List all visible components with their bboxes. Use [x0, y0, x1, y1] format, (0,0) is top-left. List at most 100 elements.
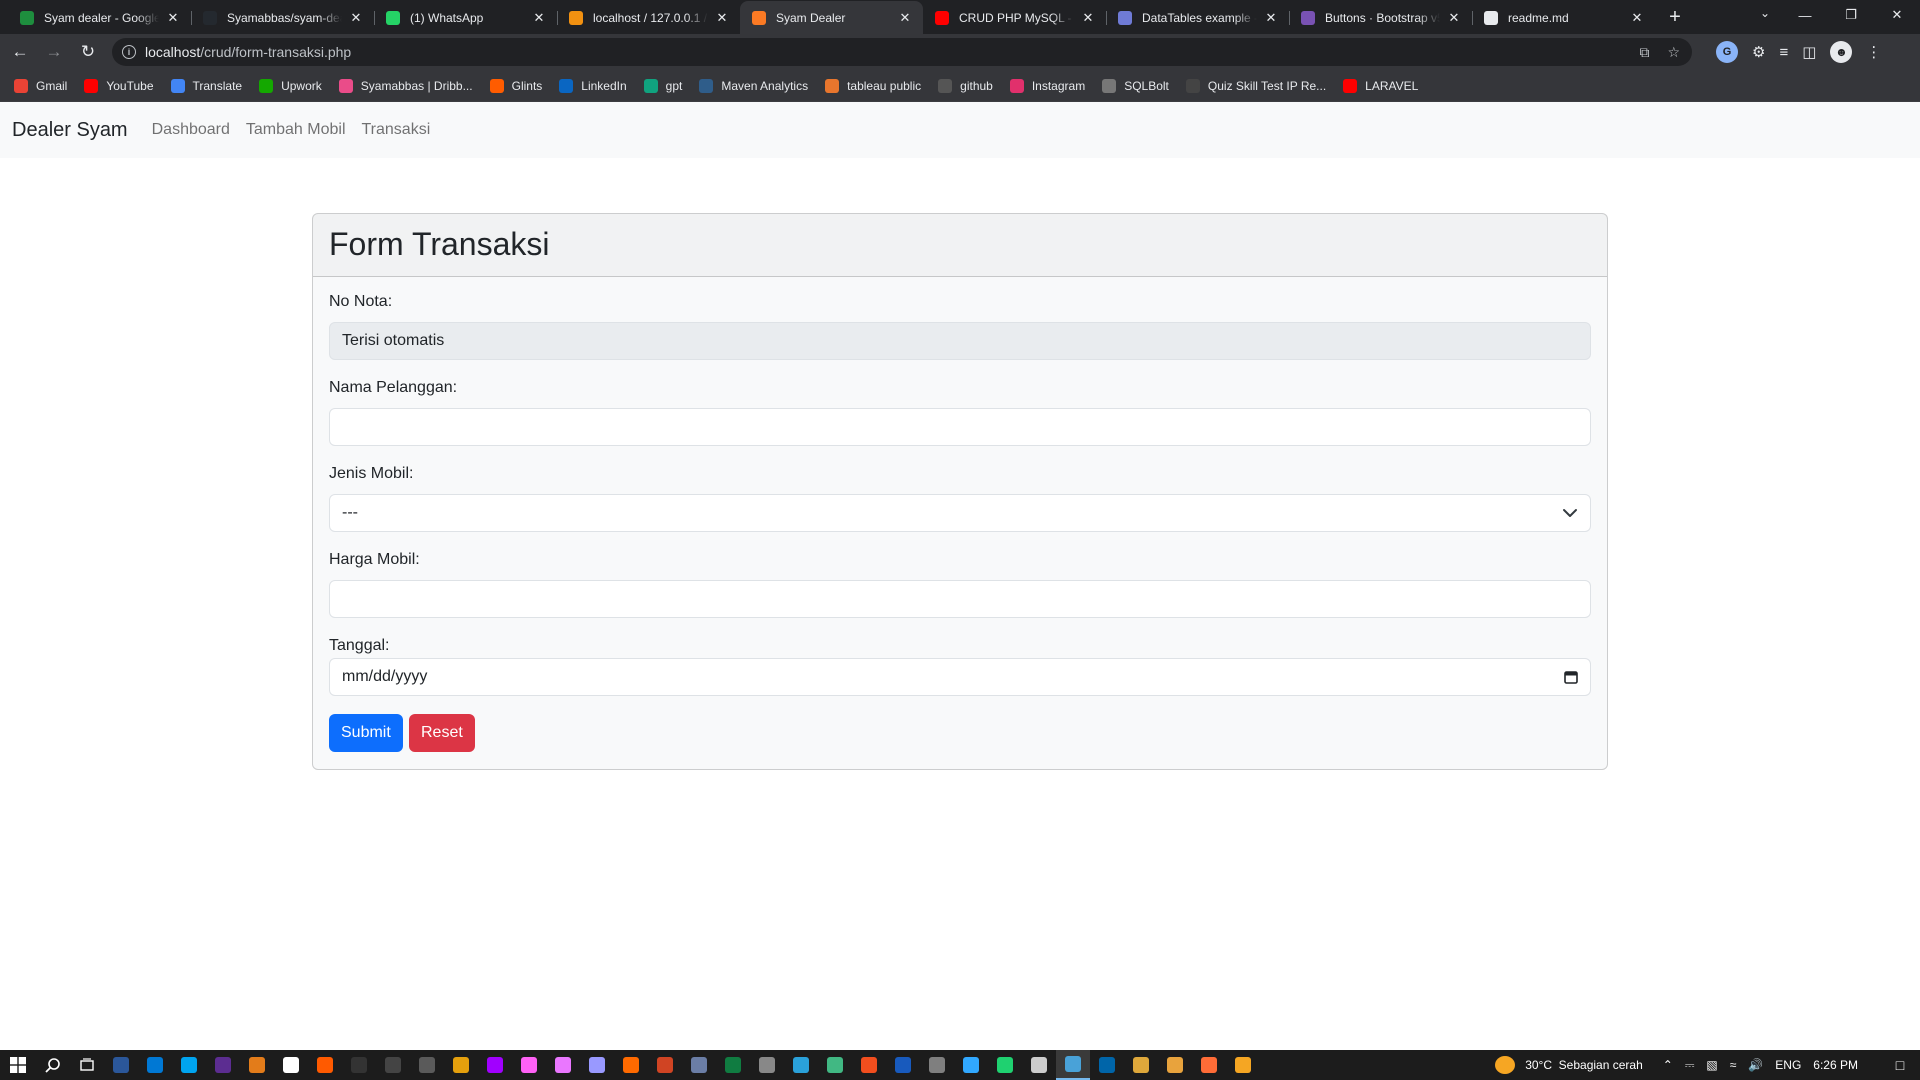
browser-tab[interactable]: Syam dealer - Google ✕ [8, 1, 191, 34]
extensions-icon[interactable]: ⚙ [1752, 43, 1765, 61]
volume-icon[interactable]: 🔊 [1748, 1058, 1763, 1072]
taskbar-app-icon[interactable] [852, 1050, 886, 1080]
taskbar-app-icon[interactable] [478, 1050, 512, 1080]
taskbar-app-icon[interactable] [410, 1050, 444, 1080]
clock[interactable]: 6:26 PM [1813, 1058, 1858, 1072]
taskbar-app-icon[interactable] [886, 1050, 920, 1080]
bookmark-item[interactable]: Instagram [1009, 78, 1085, 93]
chevron-up-icon[interactable]: ⌃ [1663, 1058, 1673, 1072]
calendar-icon[interactable] [1564, 670, 1578, 684]
taskbar-app-icon[interactable] [920, 1050, 954, 1080]
close-window-icon[interactable]: ✕ [1874, 7, 1920, 23]
taskbar-app-icon[interactable] [580, 1050, 614, 1080]
bookmark-item[interactable]: gpt [643, 78, 682, 93]
tab-close-icon[interactable]: ✕ [1446, 10, 1462, 26]
back-icon[interactable]: ← [6, 38, 34, 66]
bookmark-item[interactable]: Upwork [259, 78, 322, 93]
tanggal-date-input[interactable]: mm/dd/yyyy [329, 658, 1591, 696]
browser-tab[interactable]: (1) WhatsApp ✕ [374, 1, 557, 34]
harga-mobil-input[interactable] [329, 580, 1591, 618]
taskbar-app-icon[interactable] [104, 1050, 138, 1080]
taskbar-app-icon[interactable] [784, 1050, 818, 1080]
profile-avatar-icon[interactable]: ☻ [1830, 41, 1853, 63]
browser-tab[interactable]: readme.md ✕ [1472, 1, 1655, 34]
taskbar-app-icon[interactable] [988, 1050, 1022, 1080]
tab-close-icon[interactable]: ✕ [897, 10, 913, 26]
taskbar-app-icon[interactable] [342, 1050, 376, 1080]
site-info-icon[interactable]: i [122, 45, 136, 59]
bookmark-item[interactable]: YouTube [84, 78, 154, 93]
jenis-mobil-select[interactable]: --- [329, 494, 1591, 532]
bookmark-item[interactable]: github [938, 78, 993, 93]
bookmark-star-icon[interactable]: ☆ [1667, 44, 1680, 61]
tab-close-icon[interactable]: ✕ [165, 10, 181, 26]
taskbar-app-icon[interactable] [376, 1050, 410, 1080]
taskbar-app-icon[interactable] [750, 1050, 784, 1080]
menu-kebab-icon[interactable]: ⋮ [1866, 43, 1881, 61]
tab-close-icon[interactable]: ✕ [531, 10, 547, 26]
taskbar-app-icon[interactable] [308, 1050, 342, 1080]
tab-close-icon[interactable]: ✕ [1263, 10, 1279, 26]
windows-start-icon[interactable] [0, 1050, 36, 1080]
taskbar-app-icon[interactable] [1192, 1050, 1226, 1080]
bookmark-item[interactable]: LinkedIn [559, 78, 627, 93]
search-icon[interactable] [36, 1050, 70, 1080]
task-view-icon[interactable] [70, 1050, 104, 1080]
taskbar-app-icon[interactable] [240, 1050, 274, 1080]
bookmark-item[interactable]: SQLBolt [1102, 78, 1169, 93]
browser-tab[interactable]: Buttons · Bootstrap v5 ✕ [1289, 1, 1472, 34]
bookmark-item[interactable]: Quiz Skill Test IP Re... [1185, 78, 1326, 93]
submit-button[interactable]: Submit [329, 714, 403, 752]
taskbar-app-icon[interactable] [138, 1050, 172, 1080]
taskbar-app-icon[interactable] [1158, 1050, 1192, 1080]
taskbar-app-icon[interactable] [172, 1050, 206, 1080]
usb-icon[interactable]: ⎓ [1685, 1058, 1695, 1073]
taskbar-app-icon[interactable] [818, 1050, 852, 1080]
tab-close-icon[interactable]: ✕ [714, 10, 730, 26]
taskbar-app-icon[interactable] [512, 1050, 546, 1080]
taskbar-app-icon[interactable] [1226, 1050, 1260, 1080]
taskbar-app-icon[interactable] [954, 1050, 988, 1080]
taskbar-app-icon[interactable] [1090, 1050, 1124, 1080]
bookmark-item[interactable]: Maven Analytics [699, 78, 808, 93]
google-lens-icon[interactable]: G [1716, 41, 1738, 63]
restore-icon[interactable]: ❐ [1828, 7, 1874, 23]
taskbar-app-icon[interactable] [716, 1050, 750, 1080]
browser-tab[interactable]: DataTables example - ✕ [1106, 1, 1289, 34]
weather-widget[interactable]: 30°C Sebagian cerah [1495, 1056, 1643, 1074]
bookmark-item[interactable]: Syamabbas | Dribb... [338, 78, 473, 93]
taskbar-app-icon[interactable] [648, 1050, 682, 1080]
wifi-icon[interactable]: ≈ [1730, 1058, 1737, 1072]
browser-tab[interactable]: localhost / 127.0.0.1 / ✕ [557, 1, 740, 34]
notification-icon[interactable]: □ [1880, 1057, 1920, 1073]
taskbar-app-icon[interactable] [1056, 1050, 1090, 1080]
nav-link-dashboard[interactable]: Dashboard [152, 121, 230, 139]
bookmark-item[interactable]: Gmail [14, 78, 67, 93]
taskbar-app-icon[interactable] [546, 1050, 580, 1080]
bookmark-item[interactable]: tableau public [825, 78, 921, 93]
navbar-brand[interactable]: Dealer Syam [12, 119, 128, 142]
taskbar-app-icon[interactable] [614, 1050, 648, 1080]
minimize-icon[interactable]: — [1782, 8, 1828, 23]
side-panel-icon[interactable]: ◫ [1802, 43, 1816, 61]
bookmark-item[interactable]: Glints [489, 78, 542, 93]
bookmark-item[interactable]: LARAVEL [1343, 78, 1418, 93]
tab-search-icon[interactable]: ⌄ [1760, 6, 1770, 20]
share-icon[interactable]: ⧉ [1639, 44, 1649, 61]
taskbar-app-icon[interactable] [1124, 1050, 1158, 1080]
new-tab-button[interactable]: + [1661, 3, 1689, 31]
taskbar-app-icon[interactable] [444, 1050, 478, 1080]
nav-link-tambah-mobil[interactable]: Tambah Mobil [246, 121, 346, 139]
forward-icon[interactable]: → [40, 38, 68, 66]
tab-close-icon[interactable]: ✕ [1629, 10, 1645, 26]
tab-close-icon[interactable]: ✕ [348, 10, 364, 26]
bookmark-item[interactable]: Translate [170, 78, 242, 93]
address-bar[interactable]: i localhost/crud/form-transaksi.php ⧉ ☆ [112, 38, 1692, 66]
reading-list-icon[interactable]: ≡ [1779, 44, 1788, 61]
nav-link-transaksi[interactable]: Transaksi [362, 121, 431, 139]
language-indicator[interactable]: ENG [1775, 1058, 1801, 1072]
network-icon[interactable]: ▧ [1706, 1058, 1717, 1072]
browser-tab[interactable]: CRUD PHP MySQL - 1: ✕ [923, 1, 1106, 34]
taskbar-app-icon[interactable] [274, 1050, 308, 1080]
browser-tab[interactable]: Syamabbas/syam-dea ✕ [191, 1, 374, 34]
